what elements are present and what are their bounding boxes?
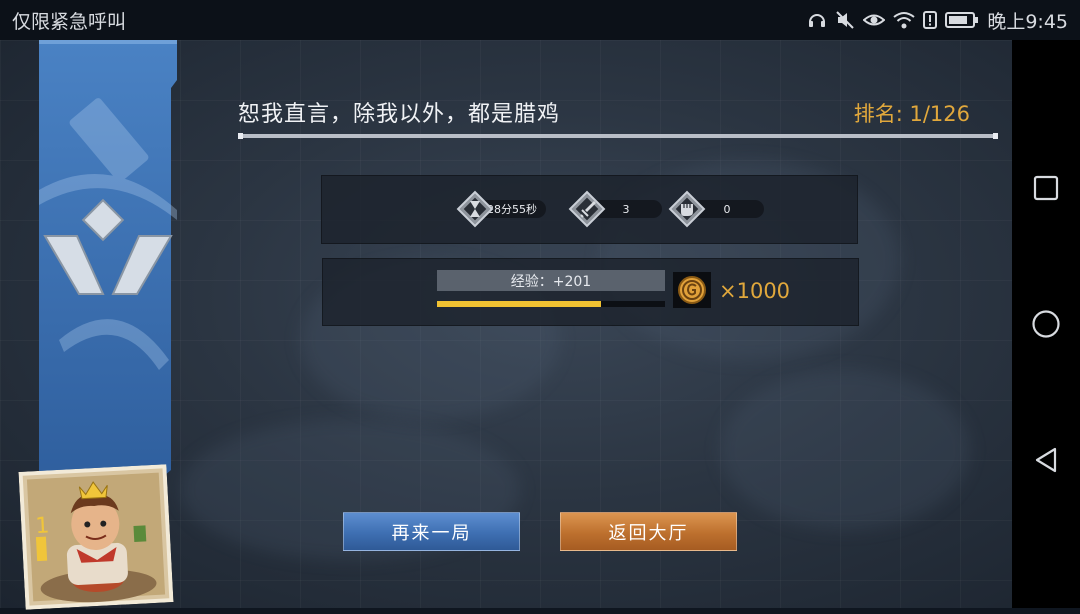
home-button[interactable]	[1012, 256, 1080, 392]
hourglass-icon	[456, 190, 494, 228]
svg-text:1: 1	[35, 513, 50, 539]
eye-icon	[863, 10, 886, 30]
system-navigation-bar	[1012, 40, 1080, 608]
rank-banner	[39, 40, 177, 480]
rank-text: 排名: 1/126	[853, 102, 970, 126]
coin-slot	[673, 272, 711, 308]
fist-icon	[668, 190, 706, 228]
player-avatar: 1	[18, 464, 174, 610]
recent-apps-icon	[1033, 175, 1059, 201]
stats-panel: 28分55秒 3 0	[321, 175, 858, 244]
title-divider	[238, 133, 998, 139]
clock-time: 晚上9:45	[987, 10, 1068, 33]
wifi-icon	[893, 10, 915, 30]
emergency-calls-only-text: 仅限紧急呼叫	[12, 10, 127, 33]
alert-icon	[923, 10, 938, 30]
reward-panel: 经验：+201 ×1000	[322, 258, 859, 326]
experience-label: 经验：+201	[437, 270, 665, 291]
mute-icon	[835, 10, 855, 30]
dagger-icon	[568, 190, 606, 228]
gold-coin-icon	[678, 276, 706, 304]
experience-progress-fill	[437, 301, 602, 307]
battery-icon	[945, 11, 979, 29]
experience-progress-bar	[437, 301, 665, 307]
coin-count: ×1000	[719, 279, 791, 303]
back-to-lobby-button[interactable]: 返回大厅	[560, 512, 737, 551]
status-icons: 晚上9:45	[807, 7, 1068, 34]
back-icon	[1035, 447, 1057, 473]
recent-apps-button[interactable]	[1012, 120, 1080, 256]
status-bar: 仅限紧急呼叫 晚上9:45	[0, 0, 1080, 40]
result-title: 恕我直言，除我以外，都是腊鸡	[238, 102, 561, 127]
play-again-button[interactable]: 再来一局	[343, 512, 520, 551]
back-button[interactable]	[1012, 392, 1080, 528]
home-icon	[1032, 310, 1060, 338]
headset-icon	[807, 10, 827, 30]
